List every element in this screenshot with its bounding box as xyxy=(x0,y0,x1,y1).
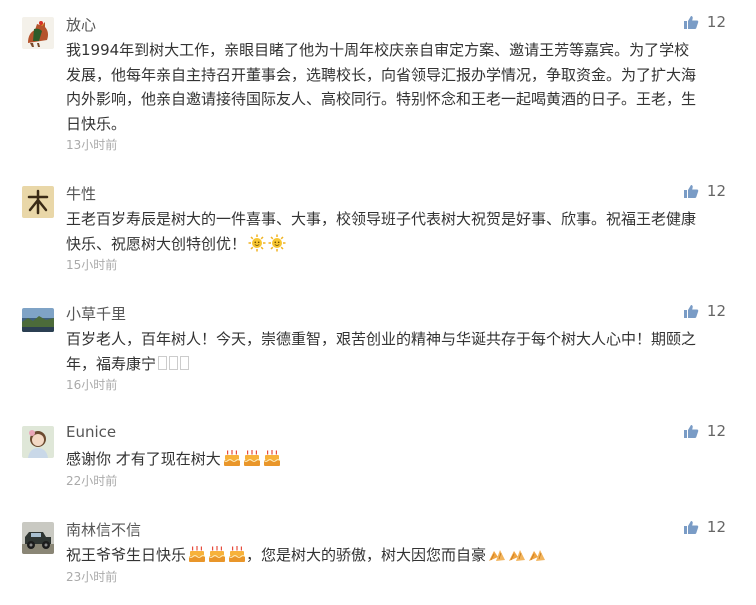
username[interactable]: 南林信不信 xyxy=(66,519,141,540)
missing-glyph-icon xyxy=(180,355,190,370)
username[interactable]: 放心 xyxy=(66,14,96,35)
timestamp: 22小时前 xyxy=(66,474,118,488)
thumbs-up-icon[interactable] xyxy=(683,519,699,535)
like-button[interactable]: 12 xyxy=(683,518,726,536)
sun-emoji-icon xyxy=(268,234,286,252)
comment-text: 我1994年到树大工作，亲眼目睹了他为十周年校庆亲自审定方案、邀请王芳等嘉宾。为… xyxy=(66,41,697,133)
like-button[interactable]: 12 xyxy=(683,422,726,440)
comment-text: 百岁老人，百年树人！今天，崇德重智，艰苦创业的精神与华诞共存于每个树大人心中！期… xyxy=(66,327,696,376)
like-button[interactable]: 12 xyxy=(683,302,726,320)
like-count: 12 xyxy=(706,13,726,31)
username[interactable]: Eunice xyxy=(66,423,116,441)
clapping-hands-icon xyxy=(528,545,546,563)
comment-text-part: 祝王爷爷生日快乐 xyxy=(66,546,187,564)
missing-glyph-icon xyxy=(158,355,168,370)
comment-text: 感谢你 才有了现在树大 xyxy=(66,447,696,472)
girl-portrait-icon[interactable] xyxy=(22,426,54,458)
jeep-icon[interactable] xyxy=(22,522,54,554)
thumbs-up-icon[interactable] xyxy=(683,183,699,199)
rooster-icon[interactable] xyxy=(22,17,54,49)
like-count: 12 xyxy=(706,302,726,320)
comment-text: 祝王爷爷生日快乐 ，您是树大的骄傲，树大因您而自豪 xyxy=(66,543,696,568)
timestamp: 13小时前 xyxy=(66,138,118,152)
comment-text-part: ，您是树大的骄傲，树大因您而自豪 xyxy=(246,546,487,564)
missing-glyph-icon xyxy=(169,355,179,370)
timestamp: 23小时前 xyxy=(66,570,118,584)
clapping-hands-icon xyxy=(508,545,526,563)
calligraphy-icon[interactable] xyxy=(22,186,54,218)
like-count: 12 xyxy=(706,182,726,200)
username[interactable]: 牛性 xyxy=(66,183,96,204)
thumbs-up-icon[interactable] xyxy=(683,303,699,319)
birthday-cake-icon xyxy=(228,545,246,563)
username[interactable]: 小草千里 xyxy=(66,303,126,324)
timestamp: 15小时前 xyxy=(66,258,118,272)
clapping-hands-icon xyxy=(488,545,506,563)
thumbs-up-icon[interactable] xyxy=(683,423,699,439)
like-count: 12 xyxy=(706,518,726,536)
like-button[interactable]: 12 xyxy=(683,13,726,31)
thumbs-up-icon[interactable] xyxy=(683,14,699,30)
birthday-cake-icon xyxy=(208,545,226,563)
landscape-icon[interactable] xyxy=(22,308,54,332)
like-count: 12 xyxy=(706,422,726,440)
birthday-cake-icon xyxy=(188,545,206,563)
birthday-cake-icon xyxy=(263,449,281,467)
comment-text: 王老百岁寿辰是树大的一件喜事、大事，校领导班子代表树大祝贺是好事、欣事。祝福王老… xyxy=(66,207,696,256)
like-button[interactable]: 12 xyxy=(683,182,726,200)
timestamp: 16小时前 xyxy=(66,378,118,392)
comment-text-body: 感谢你 才有了现在树大 xyxy=(66,450,221,468)
comment-text-body: 王老百岁寿辰是树大的一件喜事、大事，校领导班子代表树大祝贺是好事、欣事。祝福王老… xyxy=(66,210,697,253)
birthday-cake-icon xyxy=(223,449,241,467)
birthday-cake-icon xyxy=(243,449,261,467)
sun-emoji-icon xyxy=(248,234,266,252)
